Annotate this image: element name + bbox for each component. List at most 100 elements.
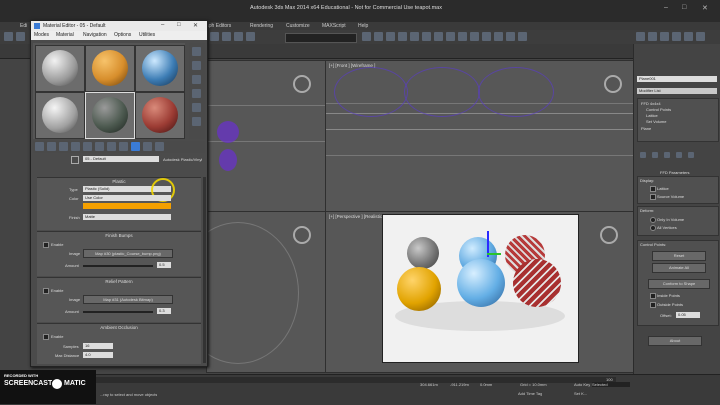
layer-icon[interactable] — [446, 32, 455, 41]
me-menu-utilities[interactable]: Utilities — [139, 32, 155, 38]
put-to-scene-icon[interactable] — [47, 142, 56, 151]
set-key-button[interactable]: Set K... — [574, 391, 587, 396]
about-button[interactable]: About — [648, 336, 702, 346]
conform-to-shape-button[interactable]: Conform to Shape — [648, 279, 710, 289]
spinner-snap-icon[interactable] — [398, 32, 407, 41]
viewport-front[interactable]: [+] [Front ] [Wireframe ] — [325, 60, 635, 212]
stack-item-plane[interactable]: Plane — [641, 126, 651, 131]
material-editor-scrollbar[interactable] — [203, 177, 206, 363]
redo-icon[interactable] — [16, 32, 25, 41]
ambient-occlusion-enable-checkbox[interactable] — [43, 334, 49, 340]
menu-maxscript[interactable]: MAXScript — [322, 22, 346, 30]
relief-pattern-amount-slider[interactable] — [83, 311, 153, 313]
named-selection-icon[interactable] — [410, 32, 419, 41]
auto-key-button[interactable]: Auto Key — [574, 382, 590, 387]
create-panel-icon[interactable] — [636, 32, 645, 41]
stack-item-lattice[interactable]: Lattice — [646, 113, 658, 118]
show-shaded-icon[interactable] — [119, 142, 128, 151]
go-forward-icon[interactable] — [155, 142, 164, 151]
menu-customize[interactable]: Customize — [286, 22, 310, 30]
inside-points-checkbox[interactable] — [650, 293, 656, 299]
stack-item-set-volume[interactable]: Set Volume — [646, 119, 666, 124]
plastic-rollout-title[interactable]: Plastic — [37, 179, 201, 184]
selected-dropdown[interactable]: Selected — [592, 382, 630, 387]
menu-graph-editors[interactable]: aph Editors — [206, 22, 231, 30]
stack-item-control-points[interactable]: Control Points — [646, 107, 671, 112]
viewcube-icon[interactable] — [604, 75, 622, 93]
ambient-occlusion-title[interactable]: Ambient Occlusion — [37, 325, 201, 330]
max-distance-field[interactable]: 4.0 — [83, 352, 113, 358]
backlight-icon[interactable] — [192, 61, 201, 70]
remove-modifier-icon[interactable] — [676, 152, 682, 158]
sample-slot[interactable] — [35, 92, 85, 139]
viewport-top[interactable] — [206, 60, 326, 212]
finish-bumps-title[interactable]: Finish Bumps — [37, 233, 201, 238]
relief-pattern-title[interactable]: Relief Pattern — [37, 279, 201, 284]
hierarchy-panel-icon[interactable] — [660, 32, 669, 41]
percent-snap-icon[interactable] — [386, 32, 395, 41]
color-dropdown[interactable]: Use Color — [83, 195, 171, 201]
only-in-volume-radio[interactable] — [650, 217, 656, 223]
selection-set-dropdown[interactable] — [285, 33, 357, 43]
sample-uv-icon[interactable] — [192, 89, 201, 98]
sample-slot[interactable] — [35, 45, 85, 92]
scale-icon[interactable] — [246, 32, 255, 41]
menu-edit[interactable]: Edi — [20, 22, 27, 30]
viewcube-icon[interactable] — [293, 75, 311, 93]
curve-editor-icon[interactable] — [458, 32, 467, 41]
material-name-field[interactable]: 05 - Default — [83, 156, 159, 162]
schematic-icon[interactable] — [470, 32, 479, 41]
render-icon[interactable] — [518, 32, 527, 41]
angle-snap-icon[interactable] — [374, 32, 383, 41]
minimize-button[interactable]: – — [664, 4, 676, 14]
options-icon[interactable] — [192, 117, 201, 126]
me-minimize-button[interactable]: – — [161, 22, 164, 28]
select-icon[interactable] — [210, 32, 219, 41]
viewcube-icon[interactable] — [600, 226, 618, 244]
move-icon[interactable] — [222, 32, 231, 41]
add-time-tag-button[interactable]: Add Time Tag — [518, 391, 542, 396]
outside-points-checkbox[interactable] — [650, 302, 656, 308]
animate-all-button[interactable]: Animate All — [652, 263, 706, 273]
finish-dropdown[interactable]: Matte — [83, 214, 171, 220]
lattice-checkbox[interactable] — [650, 186, 656, 192]
background-icon[interactable] — [192, 75, 201, 84]
render-setup-icon[interactable] — [494, 32, 503, 41]
z-coordinate[interactable]: 0.0mm — [480, 382, 492, 387]
menu-rendering[interactable]: Rendering — [250, 22, 273, 30]
video-color-check-icon[interactable] — [192, 103, 201, 112]
samples-field[interactable]: 16 — [83, 343, 113, 349]
material-editor-titlebar[interactable]: Material Editor - 05 - Default – □ ✕ — [31, 21, 207, 31]
maximize-button[interactable]: □ — [682, 4, 694, 14]
put-to-library-icon[interactable] — [95, 142, 104, 151]
make-unique-icon[interactable] — [83, 142, 92, 151]
material-type-button[interactable]: Autodesk Plastic/Vinyl — [163, 157, 207, 162]
viewport-left[interactable] — [206, 211, 326, 373]
finish-bumps-enable-checkbox[interactable] — [43, 242, 49, 248]
eyedropper-icon[interactable] — [71, 156, 79, 164]
assign-to-selection-icon[interactable] — [59, 142, 68, 151]
undo-icon[interactable] — [4, 32, 13, 41]
viewcube-icon[interactable] — [293, 226, 311, 244]
color-swatch[interactable] — [83, 203, 171, 209]
viewport-perspective[interactable]: [+] [Perspective ] [Realistic ] — [325, 211, 635, 373]
relief-pattern-enable-checkbox[interactable] — [43, 288, 49, 294]
source-volume-checkbox[interactable] — [650, 194, 656, 200]
modifier-list-dropdown[interactable]: Modifier List — [637, 88, 717, 94]
reset-button[interactable]: Reset — [652, 251, 706, 261]
stack-item-ffd[interactable]: FFD 4x4x4 — [641, 101, 661, 106]
object-name-field[interactable]: Plane001 — [637, 76, 717, 82]
finish-bumps-amount-slider[interactable] — [83, 265, 153, 267]
sample-slot[interactable] — [135, 45, 185, 92]
show-end-result-icon[interactable] — [131, 142, 140, 151]
finish-bumps-map-button[interactable]: Map #30 (plastic_Course_bump.png) — [83, 249, 173, 258]
y-coordinate[interactable]: -911.219m — [450, 382, 469, 387]
sample-type-icon[interactable] — [192, 47, 201, 56]
me-menu-modes[interactable]: Modes — [34, 32, 49, 38]
mirror-icon[interactable] — [422, 32, 431, 41]
material-id-icon[interactable] — [107, 142, 116, 151]
offset-field[interactable]: 0.05 — [676, 312, 700, 318]
me-menu-navigation[interactable]: Navigation — [83, 32, 107, 38]
me-menu-options[interactable]: Options — [114, 32, 131, 38]
utilities-panel-icon[interactable] — [696, 32, 705, 41]
